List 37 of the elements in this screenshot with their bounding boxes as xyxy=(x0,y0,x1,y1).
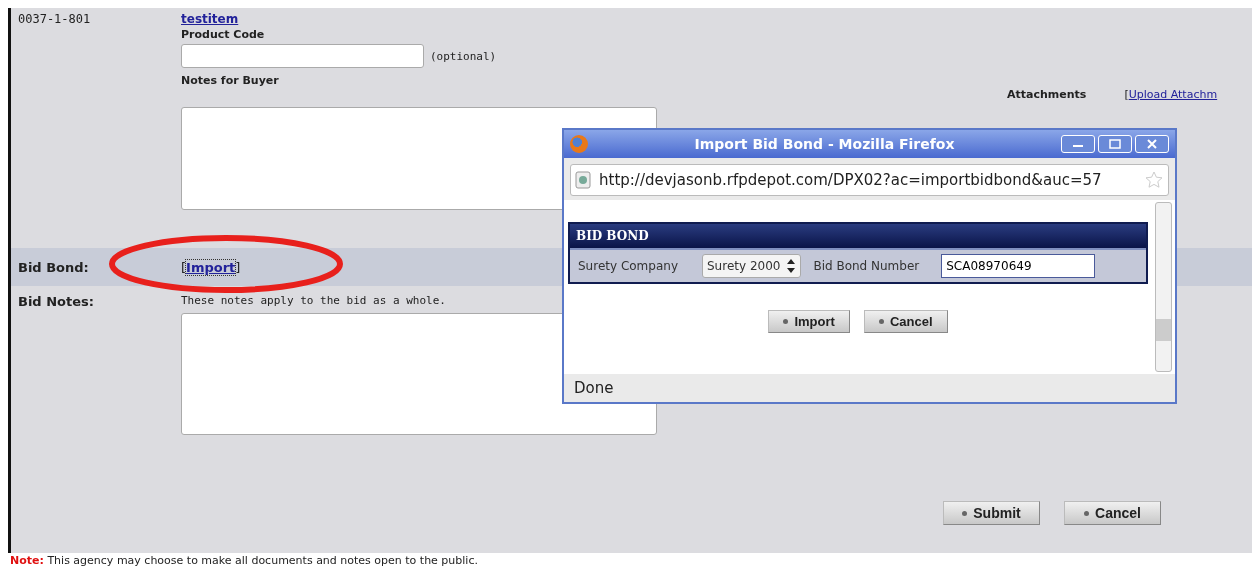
bid-bond-label: Bid Bond: xyxy=(17,259,90,275)
star-icon[interactable] xyxy=(1144,170,1164,190)
surety-select[interactable]: Surety 2000 xyxy=(702,254,802,278)
bid-notes-label: Bid Notes: xyxy=(17,294,95,311)
bracket: [ xyxy=(1124,88,1129,101)
field-label: Product Code xyxy=(181,28,265,41)
optional-hint: (optional) xyxy=(430,49,497,63)
import-button[interactable]: Import xyxy=(768,310,850,333)
product-code-field[interactable] xyxy=(181,44,424,68)
field-label: Notes for Buyer xyxy=(181,74,279,87)
panel-title: BID BOND xyxy=(570,224,1146,250)
import-link[interactable]: Import xyxy=(186,259,236,275)
field-label: Bid Bond Number xyxy=(813,259,920,273)
site-icon xyxy=(575,171,591,189)
maximize-button[interactable] xyxy=(1098,135,1132,153)
close-icon xyxy=(1147,139,1157,149)
item-number: 0037-1-801 xyxy=(17,12,92,28)
bond-number-field[interactable]: SCA08970649 xyxy=(941,254,1096,278)
field-label: Surety Company xyxy=(578,259,678,273)
bracket: ] xyxy=(235,259,241,275)
submit-button[interactable]: Submit xyxy=(943,501,1040,525)
item-link[interactable]: testitem xyxy=(181,12,239,26)
minimize-button[interactable] xyxy=(1061,135,1095,153)
note-text: Note: This agency may choose to make all documents and notes open to the public. xyxy=(10,554,478,567)
close-button[interactable] xyxy=(1135,135,1169,153)
attachments-label: Attachments xyxy=(1007,88,1087,101)
bid-notes-hint: These notes apply to the bid as a whole. xyxy=(181,294,446,307)
window-title: Import Bid Bond - Mozilla Firefox xyxy=(693,136,956,152)
cancel-button[interactable]: Cancel xyxy=(1064,501,1161,525)
spinner-arrows-icon xyxy=(786,258,797,274)
upload-link[interactable]: Upload Attachm xyxy=(1128,88,1218,101)
url-bar[interactable]: http://devjasonb.rfpdepot.com/DPX02?ac=importbidbond&auc=57 xyxy=(570,164,1169,196)
bracket: [ xyxy=(181,259,187,275)
cancel-button[interactable]: Cancel xyxy=(863,310,948,333)
scrollbar[interactable] xyxy=(1155,202,1172,372)
firefox-icon xyxy=(570,135,588,153)
maximize-icon xyxy=(1109,139,1121,149)
